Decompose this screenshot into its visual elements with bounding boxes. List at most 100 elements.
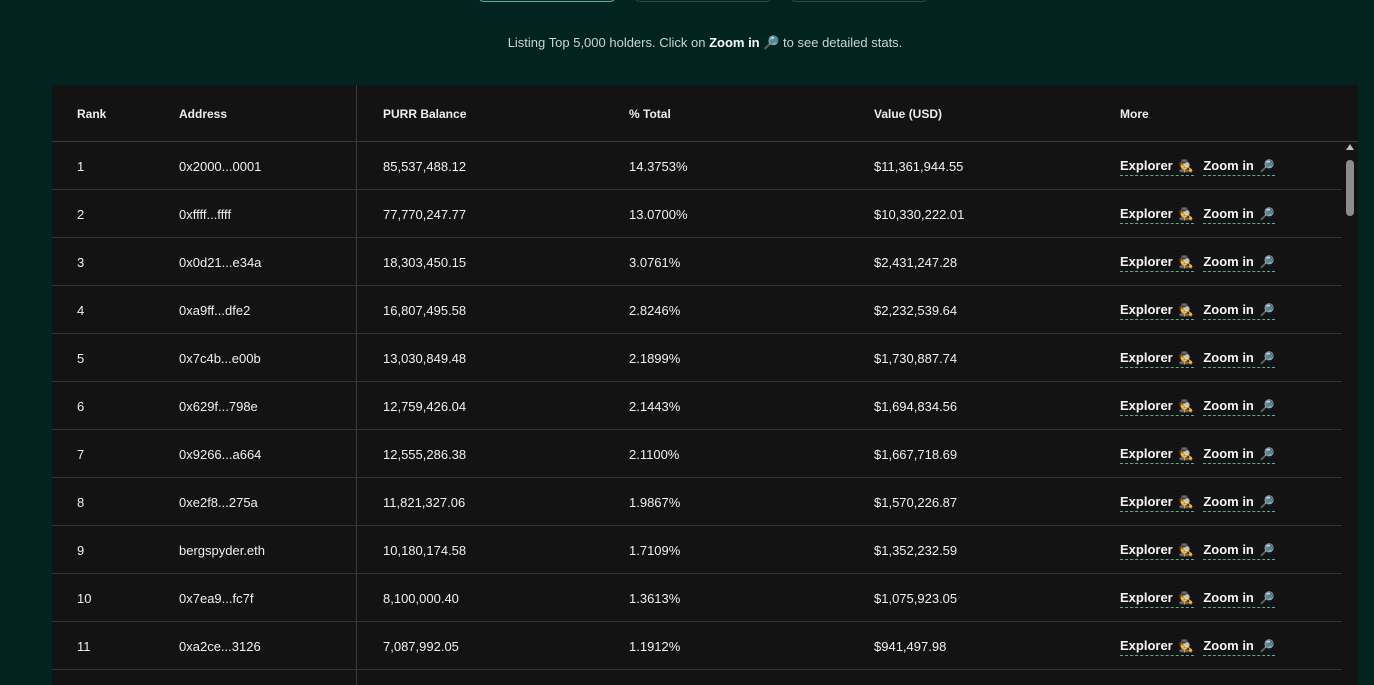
magnifier-icon: 🔎	[1259, 255, 1275, 269]
explorer-label: Explorer	[1120, 638, 1173, 653]
explorer-link[interactable]: Explorer 🕵️	[1120, 302, 1194, 320]
cell-percent: 1.1912%	[629, 639, 681, 654]
cell-address: bergspyder.eth	[179, 543, 266, 558]
explorer-label: Explorer	[1120, 254, 1173, 269]
zoom-label: Zoom in	[1203, 638, 1254, 653]
table-row: 4 0xa9ff...dfe2 16,807,495.58 2.8246% $2…	[52, 286, 1342, 334]
zoom-label: Zoom in	[1203, 398, 1254, 413]
zoom-in-link[interactable]: Zoom in 🔎	[1203, 158, 1275, 176]
cell-percent: 2.1443%	[629, 399, 681, 414]
explorer-link[interactable]: Explorer 🕵️	[1120, 638, 1194, 656]
cell-value: $1,667,718.69	[874, 447, 958, 462]
tab-active[interactable]	[478, 0, 616, 2]
zoom-label: Zoom in	[1203, 542, 1254, 557]
cell-rank: 9	[77, 543, 85, 558]
magnifier-icon: 🔎	[763, 35, 780, 50]
detective-icon: 🕵️	[1178, 639, 1194, 653]
cell-percent: 2.8246%	[629, 303, 681, 318]
table-row: 1 0x2000...0001 85,537,488.12 14.3753% $…	[52, 142, 1342, 190]
explorer-link[interactable]: Explorer 🕵️	[1120, 398, 1194, 416]
detective-icon: 🕵️	[1178, 351, 1194, 365]
zoom-label: Zoom in	[1203, 350, 1254, 365]
zoom-in-link[interactable]: Zoom in 🔎	[1203, 446, 1275, 464]
scroll-up-arrow-icon[interactable]	[1346, 144, 1354, 150]
cell-address: 0x629f...798e	[179, 399, 258, 414]
table-row: 2 0xffff...ffff 77,770,247.77 13.0700% $…	[52, 190, 1342, 238]
zoom-in-link[interactable]: Zoom in 🔎	[1203, 350, 1275, 368]
explorer-label: Explorer	[1120, 494, 1173, 509]
zoom-in-link[interactable]: Zoom in 🔎	[1203, 206, 1275, 224]
zoom-in-link[interactable]: Zoom in 🔎	[1203, 494, 1275, 512]
header-rank: Rank	[77, 107, 107, 121]
explorer-link[interactable]: Explorer 🕵️	[1120, 542, 1194, 560]
zoom-in-link[interactable]: Zoom in 🔎	[1203, 398, 1275, 416]
table-row: 8 0xe2f8...275a 11,821,327.06 1.9867% $1…	[52, 478, 1342, 526]
zoom-in-link[interactable]: Zoom in 🔎	[1203, 542, 1275, 560]
cell-more: Explorer 🕵️ Zoom in 🔎	[1120, 158, 1275, 176]
cell-rank: 10	[77, 591, 92, 606]
cell-more: Explorer 🕵️ Zoom in 🔎	[1120, 206, 1275, 224]
listing-note-suffix: to see detailed stats.	[779, 35, 903, 50]
tab-second[interactable]	[634, 0, 772, 2]
explorer-label: Explorer	[1120, 206, 1173, 221]
cell-more: Explorer 🕵️ Zoom in 🔎	[1120, 638, 1275, 656]
table-row: 11 0xa2ce...3126 7,087,992.05 1.1912% $9…	[52, 622, 1342, 670]
explorer-label: Explorer	[1120, 542, 1173, 557]
cell-more: Explorer 🕵️ Zoom in 🔎	[1120, 254, 1275, 272]
zoom-label: Zoom in	[1203, 158, 1254, 173]
detective-icon: 🕵️	[1178, 207, 1194, 221]
cell-balance: 18,303,450.15	[383, 255, 467, 270]
cell-balance: 77,770,247.77	[383, 207, 467, 222]
table-row: 7 0x9266...a664 12,555,286.38 2.1100% $1…	[52, 430, 1342, 478]
cell-rank: 6	[77, 399, 85, 414]
explorer-link[interactable]: Explorer 🕵️	[1120, 206, 1194, 224]
cell-balance: 16,807,495.58	[383, 303, 467, 318]
zoom-label: Zoom in	[1203, 446, 1254, 461]
cell-more: Explorer 🕵️ Zoom in 🔎	[1120, 542, 1275, 560]
cell-value: $10,330,222.01	[874, 207, 965, 222]
table-header: Rank Address PURR Balance % Total Value …	[52, 85, 1358, 142]
cell-address: 0xa9ff...dfe2	[179, 303, 251, 318]
zoom-in-link[interactable]: Zoom in 🔎	[1203, 254, 1275, 272]
tab-third[interactable]	[790, 0, 928, 2]
explorer-link[interactable]: Explorer 🕵️	[1120, 350, 1194, 368]
explorer-link[interactable]: Explorer 🕵️	[1120, 494, 1194, 512]
explorer-link[interactable]: Explorer 🕵️	[1120, 446, 1194, 464]
table-scrollbar[interactable]	[1344, 142, 1356, 685]
cell-more: Explorer 🕵️ Zoom in 🔎	[1120, 350, 1275, 368]
table-body: 1 0x2000...0001 85,537,488.12 14.3753% $…	[52, 142, 1342, 670]
header-value-usd: Value (USD)	[874, 107, 943, 121]
explorer-link[interactable]: Explorer 🕵️	[1120, 254, 1194, 272]
cell-more: Explorer 🕵️ Zoom in 🔎	[1120, 398, 1275, 416]
scrollbar-thumb[interactable]	[1346, 160, 1354, 216]
table-row: 5 0x7c4b...e00b 13,030,849.48 2.1899% $1…	[52, 334, 1342, 382]
detective-icon: 🕵️	[1178, 255, 1194, 269]
cell-value: $2,431,247.28	[874, 255, 958, 270]
explorer-link[interactable]: Explorer 🕵️	[1120, 590, 1194, 608]
table-row: 6 0x629f...798e 12,759,426.04 2.1443% $1…	[52, 382, 1342, 430]
zoom-label: Zoom in	[1203, 494, 1254, 509]
cell-more: Explorer 🕵️ Zoom in 🔎	[1120, 494, 1275, 512]
detective-icon: 🕵️	[1178, 447, 1194, 461]
cell-balance: 12,555,286.38	[383, 447, 467, 462]
explorer-label: Explorer	[1120, 590, 1173, 605]
cell-address: 0x0d21...e34a	[179, 255, 262, 270]
detective-icon: 🕵️	[1178, 591, 1194, 605]
listing-note-prefix: Listing Top 5,000 holders. Click on	[507, 35, 710, 50]
cell-balance: 12,759,426.04	[383, 399, 467, 414]
header-more: More	[1120, 107, 1149, 121]
zoom-label: Zoom in	[1203, 206, 1254, 221]
magnifier-icon: 🔎	[1259, 399, 1275, 413]
magnifier-icon: 🔎	[1259, 639, 1275, 653]
cell-value: $1,075,923.05	[874, 591, 958, 606]
magnifier-icon: 🔎	[1259, 447, 1275, 461]
cell-balance: 10,180,174.58	[383, 543, 467, 558]
explorer-link[interactable]: Explorer 🕵️	[1120, 158, 1194, 176]
zoom-in-link[interactable]: Zoom in 🔎	[1203, 638, 1275, 656]
header-balance: PURR Balance	[383, 107, 467, 121]
zoom-in-link[interactable]: Zoom in 🔎	[1203, 302, 1275, 320]
magnifier-icon: 🔎	[1259, 495, 1275, 509]
zoom-in-link[interactable]: Zoom in 🔎	[1203, 590, 1275, 608]
cell-rank: 8	[77, 495, 85, 510]
detective-icon: 🕵️	[1178, 159, 1194, 173]
